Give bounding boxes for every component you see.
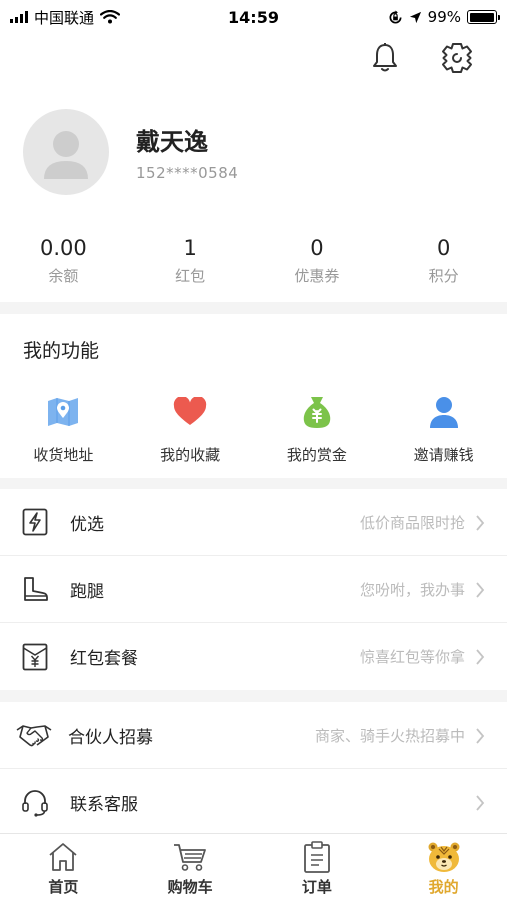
menu-row-red-packet-package[interactable]: 红包套餐 惊喜红包等你拿 <box>0 623 507 690</box>
profile-section: 戴天逸 152****0584 0.00 余额 1 红包 0 优惠券 0 积分 <box>0 34 507 302</box>
tab-label: 订单 <box>301 878 332 896</box>
tab-label: 购物车 <box>167 878 213 896</box>
stat-value: 1 <box>183 236 197 260</box>
stat-points[interactable]: 0 积分 <box>380 234 507 286</box>
stat-value: 0 <box>310 236 324 260</box>
functions-section: 我的功能 收货地址 我的收藏 我的赏金 邀请赚钱 <box>0 314 507 478</box>
menu-label: 联系客服 <box>70 795 138 815</box>
stat-red-packet[interactable]: 1 红包 <box>127 234 254 286</box>
menu-hint: 惊喜红包等你拿 <box>359 648 465 666</box>
money-bag-icon <box>299 394 335 430</box>
function-label: 收货地址 <box>33 446 94 464</box>
map-icon <box>45 394 81 430</box>
function-shipping-address[interactable]: 收货地址 <box>0 394 127 465</box>
handshake-icon <box>16 720 52 750</box>
menu-label: 合伙人招募 <box>68 727 153 748</box>
tab-label: 首页 <box>48 878 79 896</box>
functions-grid: 收货地址 我的收藏 我的赏金 邀请赚钱 <box>0 394 507 465</box>
tab-cart[interactable]: 购物车 <box>127 834 254 900</box>
function-favorites[interactable]: 我的收藏 <box>127 394 254 465</box>
function-bounty[interactable]: 我的赏金 <box>254 394 381 465</box>
function-label: 邀请赚钱 <box>413 446 474 464</box>
tab-mine[interactable]: 我的 <box>380 834 507 900</box>
status-bar: 中国联通 14:59 99% <box>0 0 507 34</box>
function-invite-earn[interactable]: 邀请赚钱 <box>380 394 507 465</box>
avatar[interactable] <box>23 109 109 195</box>
tab-orders[interactable]: 订单 <box>254 834 381 900</box>
user-phone: 152****0584 <box>136 164 239 182</box>
stat-label: 红包 <box>175 267 206 285</box>
menu-group-services: 优选 低价商品限时抢 跑腿 您吩咐，我办事 红包套餐 惊喜红包等你拿 <box>0 489 507 690</box>
chevron-right-icon <box>476 649 485 665</box>
stat-value: 0.00 <box>39 236 87 260</box>
chevron-right-icon <box>476 795 485 811</box>
user-name[interactable]: 戴天逸 <box>136 122 208 157</box>
signal-icon <box>10 11 28 23</box>
stat-label: 积分 <box>428 267 459 285</box>
menu-row-featured[interactable]: 优选 低价商品限时抢 <box>0 489 507 556</box>
menu-row-partner-recruitment[interactable]: 合伙人招募 商家、骑手火热招募中 <box>0 702 507 769</box>
headset-icon <box>20 788 50 818</box>
menu-label: 跑腿 <box>70 581 104 602</box>
menu-hint: 低价商品限时抢 <box>359 513 465 532</box>
battery-fill <box>469 12 495 22</box>
status-right: 99% <box>388 8 500 26</box>
battery-icon <box>467 10 500 24</box>
settings-gear-icon[interactable] <box>439 40 475 76</box>
user-icon <box>426 394 462 430</box>
stat-balance[interactable]: 0.00 余额 <box>0 234 127 286</box>
menu-label: 红包套餐 <box>70 649 138 669</box>
tab-bar: 首页 购物车 订单 我的 <box>0 833 507 900</box>
red-envelope-icon <box>20 642 50 672</box>
stat-value: 0 <box>436 236 451 260</box>
stat-label: 余额 <box>48 267 79 285</box>
tab-label: 我的 <box>428 878 459 896</box>
battery-percent: 99% <box>427 8 461 26</box>
bell-icon[interactable] <box>367 40 403 76</box>
header-actions <box>367 40 475 76</box>
stat-label: 优惠券 <box>294 267 340 285</box>
location-arrow-icon <box>409 11 421 23</box>
menu-label: 优选 <box>70 514 104 535</box>
menu-row-customer-service[interactable]: 联系客服 <box>0 769 507 836</box>
default-user-icon <box>44 131 88 179</box>
menu-hint: 您吩咐，我办事 <box>359 580 465 599</box>
chevron-right-icon <box>476 728 485 744</box>
heart-icon <box>172 394 208 430</box>
chevron-right-icon <box>476 582 485 598</box>
section-title: 我的功能 <box>23 340 100 362</box>
function-label: 我的赏金 <box>286 446 347 464</box>
home-icon <box>46 840 80 874</box>
order-clipboard-icon <box>300 840 334 874</box>
tiger-face-icon <box>427 840 461 874</box>
stat-coupons[interactable]: 0 优惠券 <box>254 234 381 286</box>
status-left: 中国联通 <box>10 7 121 28</box>
tab-home[interactable]: 首页 <box>0 834 127 900</box>
cart-icon <box>173 840 207 874</box>
chevron-right-icon <box>476 515 485 531</box>
lock-rotation-icon <box>389 9 402 23</box>
stats-row: 0.00 余额 1 红包 0 优惠券 0 积分 <box>0 234 507 286</box>
menu-hint: 商家、骑手火热招募中 <box>314 726 465 745</box>
carrier-name: 中国联通 <box>34 8 95 27</box>
lightning-icon <box>20 507 50 537</box>
boot-icon <box>20 574 50 604</box>
wifi-icon <box>100 10 121 24</box>
menu-row-errand[interactable]: 跑腿 您吩咐，我办事 <box>0 556 507 623</box>
function-label: 我的收藏 <box>160 446 221 464</box>
menu-group-support: 合伙人招募 商家、骑手火热招募中 联系客服 <box>0 702 507 836</box>
